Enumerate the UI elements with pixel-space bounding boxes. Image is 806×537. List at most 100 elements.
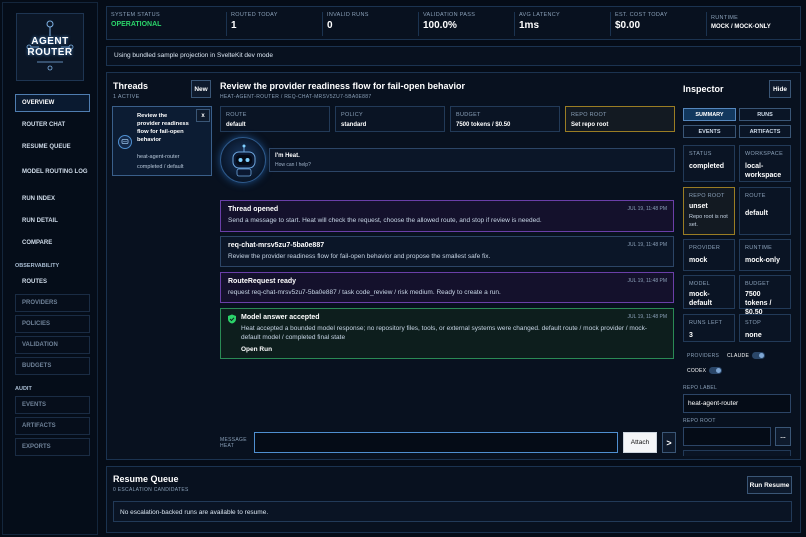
stat-avg-latency: AVG LATENCY 1ms — [514, 12, 604, 36]
inspector-stop: STOP none — [739, 314, 791, 342]
logo-text-line2: ROUTER — [27, 47, 73, 58]
inspector-workspace: WORKSPACE local-workspace — [739, 145, 791, 182]
inspector-model: MODEL mock-default — [683, 275, 735, 309]
inspector-budget: BUDGET 7500 tokens / $0.50 — [739, 275, 791, 316]
nav-exports[interactable]: EXPORTS — [15, 438, 90, 456]
tab-summary[interactable]: SUMMARY — [683, 108, 736, 121]
nav-run-index[interactable]: RUN INDEX — [15, 190, 90, 208]
dev-mode-notice: Using bundled sample projection in Svelt… — [106, 46, 801, 66]
attach-button[interactable]: Attach — [623, 432, 657, 453]
nav-validation[interactable]: VALIDATION — [15, 336, 90, 354]
nav-budgets[interactable]: BUDGETS — [15, 357, 90, 375]
claude-toggle[interactable] — [752, 352, 765, 359]
message-request: req-chat-mrsv5zu7-5ba0e887 Review the pr… — [220, 236, 674, 267]
open-run-link[interactable]: Open Run — [241, 346, 666, 353]
repo-label-heading: REPO LABEL — [683, 385, 718, 391]
nav-compare[interactable]: COMPARE — [15, 234, 90, 252]
composer-label-heat: HEAT — [220, 443, 235, 449]
thread-chat-icon — [118, 135, 132, 149]
stat-validation-pass: VALIDATION PASS 100.0% — [418, 12, 508, 36]
message-timestamp: JUL 19, 11:48 PM — [627, 314, 667, 320]
meta-route: ROUTE default — [220, 106, 330, 132]
inspector-title: Inspector — [683, 84, 724, 94]
stat-value: 1 — [231, 20, 237, 31]
stat-invalid-runs: INVALID RUNS 0 — [322, 12, 412, 36]
stat-routed-today: ROUTED TODAY 1 — [226, 12, 316, 36]
inspector-status: STATUS completed — [683, 145, 735, 182]
message-model-answer: Model answer accepted Heat accepted a bo… — [220, 308, 674, 359]
stat-value: OPERATIONAL — [111, 21, 162, 28]
heat-avatar — [220, 137, 266, 183]
nav-router-chat[interactable]: ROUTER CHAT — [15, 116, 90, 134]
stat-value: 1ms — [519, 20, 540, 31]
message-timestamp: JUL 19, 11:48 PM — [627, 278, 667, 284]
inspector-repo-root: REPO ROOT unset Repo root is not set. — [683, 187, 735, 235]
robot-icon — [232, 144, 256, 177]
greeting-sub: How can I help? — [275, 162, 311, 168]
repo-label-input[interactable]: heat-agent-router — [683, 394, 791, 413]
nav-overview[interactable]: OVERVIEW — [15, 94, 90, 112]
meta-policy: POLICY standard — [335, 106, 445, 132]
resume-empty-state: No escalation-backed runs are available … — [113, 501, 792, 522]
stat-est-cost: EST. COST TODAY $0.00 — [610, 12, 700, 36]
inspector-scroll-edge — [683, 450, 791, 456]
providers-label: PROVIDERS — [687, 353, 720, 359]
shield-check-icon — [227, 314, 237, 324]
repo-root-input[interactable] — [683, 427, 771, 446]
thread-item[interactable]: Review the provider readiness flow for f… — [112, 106, 212, 176]
run-resume-button[interactable]: Run Resume — [747, 476, 792, 494]
thread-item-title: Review the provider readiness flow for f… — [137, 113, 189, 143]
tab-runs[interactable]: RUNS — [739, 108, 791, 121]
nav-policies[interactable]: POLICIES — [15, 315, 90, 333]
message-route-request: RouteRequest ready request req-chat-mrsv… — [220, 272, 674, 303]
hide-inspector-button[interactable]: Hide — [769, 80, 791, 98]
browse-repo-root-button[interactable]: ... — [775, 427, 791, 446]
thread-item-repo: heat-agent-router — [137, 154, 180, 160]
nav-routes[interactable]: ROUTES — [15, 273, 90, 291]
notice-text: Using bundled sample projection in Svelt… — [114, 52, 273, 59]
message-thread-opened: Thread opened Send a message to start. H… — [220, 200, 674, 232]
repo-root-note: Repo root is not set. — [689, 214, 728, 228]
stat-value: $0.00 — [615, 20, 641, 31]
inspector-route: ROUTE default — [739, 187, 791, 235]
stat-value: 100.0% — [423, 20, 457, 31]
tab-artifacts[interactable]: ARTIFACTS — [739, 125, 791, 138]
stat-value: 0 — [327, 20, 333, 31]
chat-title: Review the provider readiness flow for f… — [220, 81, 466, 91]
repo-root-heading: REPO ROOT — [683, 418, 716, 424]
nav-resume-queue[interactable]: RESUME QUEUE — [15, 138, 90, 156]
new-thread-button[interactable]: New — [191, 80, 211, 98]
send-button[interactable]: > — [662, 432, 676, 453]
meta-repo-root[interactable]: REPO ROOT Set repo root — [565, 106, 675, 132]
nav-model-routing-log[interactable]: MODEL ROUTING LOG — [15, 161, 90, 183]
chat-subtitle: HEAT-AGENT-ROUTER / REQ-CHAT-MRSV5ZU7-5B… — [220, 94, 372, 100]
nav-run-detail[interactable]: RUN DETAIL — [15, 212, 90, 230]
stat-system-status: SYSTEM STATUS OPERATIONAL — [111, 12, 216, 28]
meta-budget: BUDGET 7500 tokens / $0.50 — [450, 106, 560, 132]
tab-events[interactable]: EVENTS — [683, 125, 736, 138]
stat-runtime: RUNTIME MOCK / MOCK-ONLY — [706, 12, 798, 36]
message-timestamp: JUL 19, 11:48 PM — [627, 206, 667, 212]
message-input[interactable] — [254, 432, 618, 453]
nav-events[interactable]: EVENTS — [15, 396, 90, 414]
resume-queue-panel — [106, 466, 801, 533]
codex-toggle[interactable] — [709, 367, 722, 374]
stat-value: MOCK / MOCK-ONLY — [711, 24, 771, 30]
message-timestamp: JUL 19, 11:48 PM — [627, 242, 667, 248]
nav-group-observability: OBSERVABILITY — [15, 263, 60, 269]
resume-title: Resume Queue — [113, 474, 179, 484]
resume-count: 0 ESCALATION CANDIDATES — [113, 487, 189, 493]
nav-artifacts[interactable]: ARTIFACTS — [15, 417, 90, 435]
claude-label: CLAUDE — [727, 353, 750, 359]
inspector-runtime: RUNTIME mock-only — [739, 239, 791, 271]
threads-count: 1 ACTIVE — [113, 94, 140, 100]
inspector-runs-left: RUNS LEFT 3 — [683, 314, 735, 342]
thread-close-button[interactable]: x — [196, 109, 210, 122]
inspector-provider: PROVIDER mock — [683, 239, 735, 271]
nav-providers[interactable]: PROVIDERS — [15, 294, 90, 312]
greeting-bubble: I'm Heat. How can I help? — [269, 148, 675, 172]
greeting-title: I'm Heat. — [275, 153, 300, 159]
app-logo[interactable]: AGENT ROUTER — [16, 13, 84, 81]
thread-item-status: completed / default — [137, 164, 184, 170]
threads-title: Threads — [113, 81, 149, 91]
